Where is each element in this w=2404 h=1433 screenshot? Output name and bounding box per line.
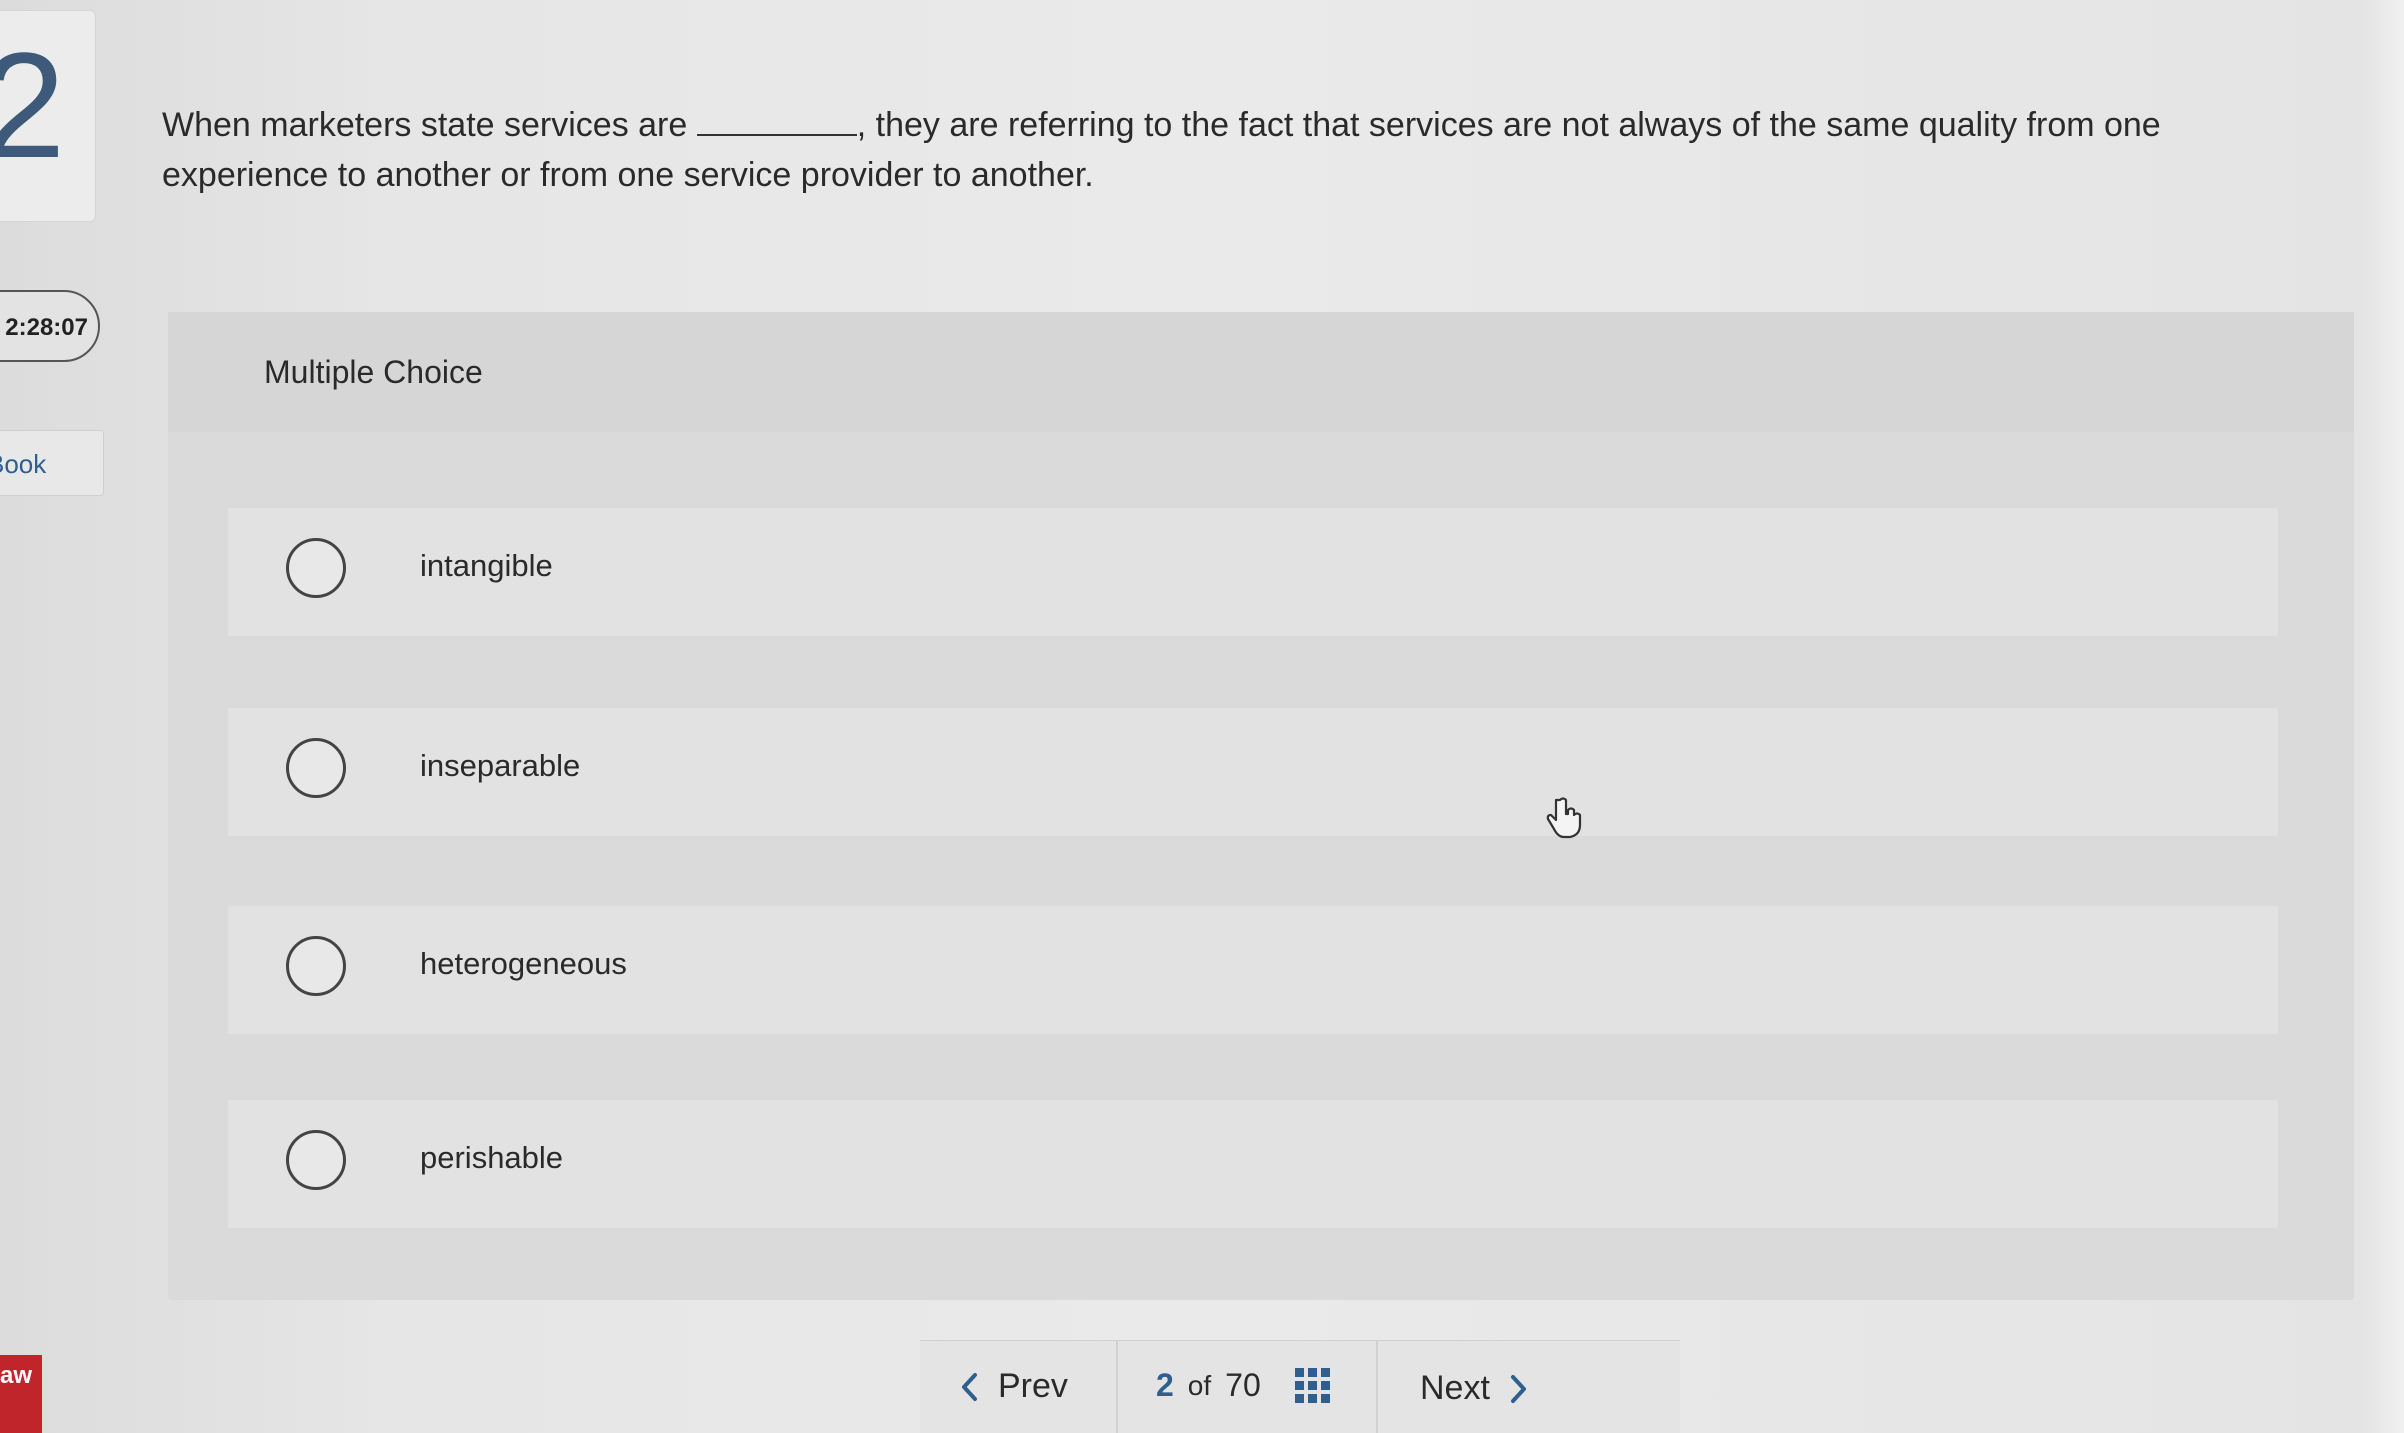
answer-option-label: inseparable	[420, 748, 581, 783]
multiple-choice-header: Multiple Choice	[168, 312, 2354, 432]
question-text-before: When marketers state services are	[162, 106, 697, 144]
bottom-navigation: Prev 2 of 70 Next	[920, 1340, 1680, 1433]
prev-label: Prev	[998, 1367, 1068, 1405]
timer[interactable]: 2:28:07	[0, 290, 100, 362]
page-indicator[interactable]: 2 of 70	[1156, 1367, 1331, 1404]
radio-button[interactable]	[286, 738, 346, 798]
chevron-left-icon	[962, 1372, 977, 1401]
multiple-choice-title: Multiple Choice	[264, 354, 483, 390]
radio-button[interactable]	[286, 936, 346, 996]
question-blank	[696, 104, 857, 136]
answer-option-label: heterogeneous	[420, 946, 627, 981]
page: 2 2:28:07 Book aw When marketers state s…	[0, 0, 2404, 1433]
prev-button[interactable]: Prev	[960, 1367, 1068, 1406]
current-page: 2	[1156, 1367, 1174, 1403]
radio-button[interactable]	[286, 1130, 346, 1190]
question-number: 2	[0, 21, 66, 189]
brand-badge: aw	[0, 1355, 42, 1433]
multiple-choice-panel: Multiple Choice intangible inseparable h…	[168, 312, 2354, 1300]
question-text: When marketers state services are , they…	[162, 100, 2222, 200]
grid-icon[interactable]	[1294, 1367, 1331, 1404]
nav-divider	[1116, 1341, 1118, 1433]
ebook-button[interactable]: Book	[0, 430, 104, 496]
answer-option[interactable]: perishable	[228, 1100, 2278, 1228]
answer-option[interactable]: inseparable	[228, 708, 2278, 836]
hand-pointer-icon	[1546, 797, 1582, 839]
answer-option[interactable]: intangible	[228, 508, 2278, 636]
chevron-right-icon	[1510, 1374, 1526, 1403]
nav-divider	[1376, 1341, 1378, 1433]
left-rail: 2 2:28:07 Book aw	[0, 0, 104, 1433]
screen-glare	[2364, 0, 2404, 1433]
next-button[interactable]: Next	[1420, 1369, 1528, 1408]
answer-option-label: perishable	[420, 1140, 564, 1175]
total-pages: 70	[1225, 1367, 1261, 1403]
answer-option[interactable]: heterogeneous	[228, 906, 2278, 1034]
next-label: Next	[1420, 1369, 1490, 1407]
of-label: of	[1187, 1369, 1212, 1401]
radio-button[interactable]	[286, 538, 346, 598]
answer-option-label: intangible	[420, 548, 553, 583]
